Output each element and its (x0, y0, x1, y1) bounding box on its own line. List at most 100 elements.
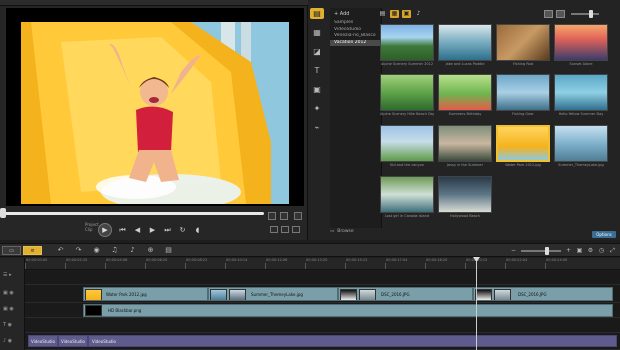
video-clip[interactable]: Water Park 2012.jpg (83, 287, 208, 301)
ruler-tick-label: 00:00:06:20 (144, 258, 168, 269)
timecode-button[interactable] (270, 226, 278, 233)
preview-viewer[interactable] (6, 8, 304, 206)
fit-project-button[interactable]: ▣ (576, 247, 583, 254)
thumbnail-image (438, 24, 492, 61)
play-button[interactable]: ▶ (98, 223, 112, 237)
audio-track-header[interactable]: ♪ ◉ (3, 338, 22, 344)
list-view-button[interactable] (544, 10, 553, 18)
enlarge-preview-button[interactable] (281, 226, 289, 233)
record-capture-button[interactable]: ◉ (92, 246, 101, 255)
sound-mixer-button[interactable]: ♫ (110, 246, 119, 255)
thumbnail-view-button[interactable] (556, 10, 565, 18)
media-thumbnail[interactable]: Jessy in the Summer (438, 125, 492, 168)
title-button[interactable]: T (310, 65, 324, 76)
thumbnail-size-slider[interactable] (571, 10, 599, 18)
thumbnail-caption: Hollywood Beach (449, 214, 481, 218)
fullscreen-button[interactable] (292, 226, 300, 233)
expand-button[interactable]: ⤢ (609, 247, 616, 254)
media-thumbnail[interactable]: Jake and Lucas Paddle (438, 24, 492, 67)
record-icon: ◉ (93, 246, 100, 254)
library-view-toolbar: ▤ ▦ ▣ ♪ (378, 10, 423, 18)
speaker-icon: ◖ (195, 225, 200, 234)
repeat-button[interactable]: ↻ (178, 226, 187, 235)
media-thumbnail[interactable]: Lost girl in Canada Island (380, 176, 434, 219)
timeline-view-button[interactable]: ≡ (23, 246, 42, 255)
go-to-end-button[interactable]: ⏭ (163, 226, 172, 235)
timeline-timecode-button[interactable]: ◷ (598, 247, 605, 254)
video-clip[interactable]: DSC_2016.JPG (338, 287, 473, 301)
media-thumbnail[interactable]: Hollywood Beach (438, 176, 492, 219)
show-videos-button[interactable]: ▦ (390, 10, 399, 18)
media-thumbnail[interactable]: Fishing Rod (496, 24, 550, 67)
ruler-tick-label: 00:00:10:14 (224, 258, 248, 269)
volume-button[interactable]: ◖ (193, 226, 202, 235)
zoom-out-button[interactable]: − (510, 247, 517, 254)
thumbnail-caption: Sunset Alone (569, 62, 593, 66)
overlay-track-header[interactable]: ▣ ◉ (3, 306, 22, 312)
media-category-button[interactable]: ▤ (310, 8, 324, 19)
track-manager-button[interactable]: ☰ ▸ (3, 272, 22, 278)
media-thumbnail[interactable]: Water Park 2012.jpg (496, 125, 550, 168)
media-thumbnail[interactable]: Sunset Alone (554, 24, 608, 67)
path-icon: ⌁ (314, 123, 320, 132)
timeline-ruler[interactable]: 00:00:00:00 00:00:02:15 00:00:04:06 00:00:0… (25, 258, 620, 270)
subtitle-editor-button[interactable]: ▤ (164, 246, 173, 255)
media-thumbnail[interactable]: Fishing Gear (496, 74, 550, 117)
scrubber-handle[interactable] (0, 208, 6, 218)
thumbnail-image (554, 24, 608, 61)
overlay-clip[interactable]: HD Blackbar.png (83, 304, 613, 317)
zoom-slider[interactable] (521, 246, 561, 255)
playback-scrubber[interactable] (2, 212, 264, 215)
transition-button[interactable]: ◪ (310, 46, 324, 57)
browse-button[interactable]: ▭ Browse (330, 229, 354, 234)
timeline-settings-button[interactable]: ⚙ (587, 247, 594, 254)
zoom-in-button[interactable]: + (565, 247, 572, 254)
mixer-icon: ♫ (111, 246, 118, 254)
mark-out-button[interactable] (280, 212, 288, 220)
ruler-tick-label: 00:00:17:04 (384, 258, 408, 269)
path-button[interactable]: ⌁ (310, 122, 324, 133)
instant-project-button[interactable]: ▦ (310, 27, 324, 38)
media-thumbnail[interactable]: Hello Yellow Summer Day (554, 74, 608, 117)
previous-frame-button[interactable]: ◀ (133, 226, 142, 235)
media-thumbnail[interactable]: Alpine Scenery Hike Beach Day (380, 74, 434, 117)
clip-thumbnail (359, 289, 376, 300)
media-thumbnail[interactable]: Alpine Scenery Summer 2012 (380, 24, 434, 67)
thumbnail-caption: Jake and Lucas Paddle (445, 62, 485, 66)
title-clip[interactable]: VideoStudio (88, 335, 617, 347)
timeline-playhead[interactable] (476, 258, 477, 350)
folder-item[interactable]: Venezia-no_Blasco (330, 33, 381, 40)
import-media-button[interactable]: ▤ (378, 10, 387, 18)
go-to-start-button[interactable]: ⏮ (118, 226, 127, 235)
mark-in-button[interactable] (268, 212, 276, 220)
storyboard-view-button[interactable]: ▭ (2, 246, 21, 255)
video-track-header[interactable]: ▣ ◉ (3, 290, 22, 296)
split-clip-button[interactable] (294, 212, 302, 220)
title-clip-label: VideoStudio (61, 339, 85, 344)
water-slide-photo (21, 22, 289, 204)
title-clip[interactable]: VideoStudio (28, 335, 58, 347)
title-track-header[interactable]: T ◉ (3, 322, 22, 328)
project-clip-toggle[interactable]: Project Clip (85, 222, 99, 232)
media-thumbnail[interactable]: Summer_ThemeyLake.jpg (554, 125, 608, 168)
folder-item-selected[interactable]: Vacation 2012 (330, 39, 381, 46)
graphic-button[interactable]: ▣ (310, 84, 324, 95)
options-button[interactable]: Options (592, 231, 616, 238)
video-clip[interactable]: DSC_2016.JPG (473, 287, 613, 301)
title-clip[interactable]: VideoStudio (58, 335, 88, 347)
media-thumbnail[interactable]: Kid and the canyon (380, 125, 434, 168)
filter-button[interactable]: ✦ (310, 103, 324, 114)
add-folder-button[interactable]: + Add (330, 8, 381, 20)
video-clip[interactable]: Summer_ThemeyLake.jpg (208, 287, 338, 301)
media-thumbnail[interactable]: Summers Birthday (438, 74, 492, 117)
thumbnail-caption: Alpine Scenery Summer 2012 (380, 62, 434, 66)
next-frame-button[interactable]: ▶ (148, 226, 157, 235)
show-photos-button[interactable]: ▣ (402, 10, 411, 18)
motion-tracking-button[interactable]: ⊕ (146, 246, 155, 255)
undo-button[interactable]: ↶ (56, 246, 65, 255)
clip-thumbnail (340, 289, 357, 300)
redo-button[interactable]: ↷ (74, 246, 83, 255)
show-audio-button[interactable]: ♪ (414, 10, 423, 18)
auto-music-button[interactable]: ♪ (128, 246, 137, 255)
clip-label: HD Blackbar.png (108, 308, 142, 313)
